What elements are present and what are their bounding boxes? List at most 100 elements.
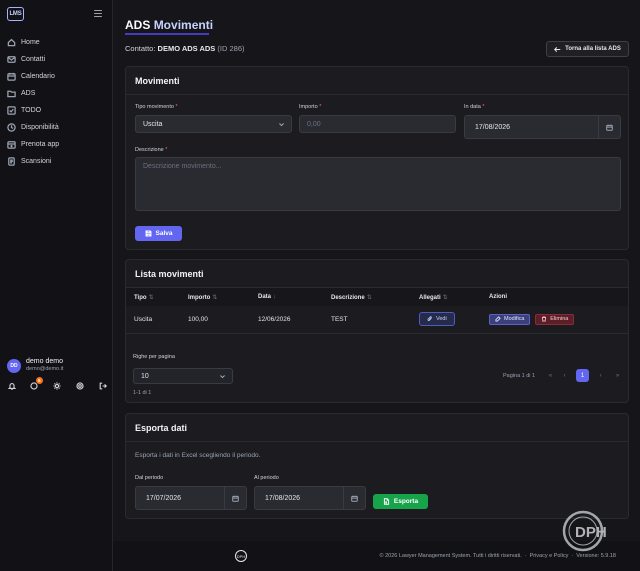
menu-toggle-icon[interactable] [94,10,102,17]
prev-page-button[interactable]: ‹ [558,369,571,382]
cell-tipo: Uscita [126,306,180,334]
page-title-suffix: Movimenti [153,18,214,32]
to-date-value: 17/08/2026 [265,494,301,502]
sidebar-item-prenota-app[interactable]: Prenota app [0,136,113,153]
last-page-button[interactable]: » [611,369,624,382]
calendar-icon[interactable] [224,487,246,509]
chevron-down-icon [278,121,285,128]
required-mark: * [165,147,168,153]
export-description: Esporta i dati in Excel scegliendo il pe… [135,452,261,459]
calendar-icon[interactable] [598,116,620,138]
descrizione-label-text: Descrizione [135,147,164,153]
cell-descrizione: TEST [323,306,411,334]
export-button[interactable]: Esporta [373,494,428,509]
required-mark: * [319,104,322,110]
page-title-prefix: ADS [125,18,151,32]
delete-button[interactable]: Elimina [535,313,575,325]
to-date-input[interactable]: 17/08/2026 [254,486,366,510]
list-card-title: Lista movimenti [126,260,628,288]
descrizione-textarea[interactable]: Descrizione movimento... [135,157,621,211]
sort-icon: ⇅ [442,294,448,301]
column-header-label: Data [258,294,272,300]
calendar-icon[interactable] [343,487,365,509]
back-to-list-button[interactable]: Torna alla lista ADS [546,41,629,57]
calendar-icon [7,72,16,81]
main-content: ADS Movimenti Contatto: DEMO ADS ADS (ID… [113,0,640,571]
calendar-plus-icon [7,140,16,149]
sidebar-item-todo[interactable]: TODO [0,102,113,119]
sidebar-item-label: Home [21,39,40,46]
gear-icon[interactable] [75,381,84,390]
view-label: Vedi [436,316,447,323]
notification-badge: 5 [35,377,43,384]
rows-per-page-select[interactable]: 10 [133,368,233,384]
user-email: demo@demo.it [26,366,64,372]
contact-info: Contatto: DEMO ADS ADS (ID 286) [125,44,245,53]
column-header-label: Tipo [134,294,147,301]
rows-per-page-value: 10 [141,372,149,380]
sidebar-item-label: Prenota app [21,141,60,148]
dph-watermark-logo: DPH [562,510,607,552]
view-attachments-button[interactable]: Vedi [419,312,455,327]
tipo-movimento-select[interactable]: Uscita [135,115,292,133]
date-value: 17/08/2026 [475,123,511,131]
sidebar-item-calendario[interactable]: Calendario [0,68,113,85]
export-card-title: Esporta dati [126,414,628,442]
data-label-text: In data [464,104,481,110]
pagination: « ‹ 1 › » [544,369,624,382]
sidebar-item-label: TODO [21,107,42,114]
save-button[interactable]: Salva [135,226,182,241]
bell-icon[interactable] [7,381,16,390]
footer-separator: · [524,553,527,559]
sidebar-item-label: ADS [21,90,36,97]
column-header[interactable]: Data ↓ [250,288,323,306]
sidebar-item-contatti[interactable]: Contatti [0,51,113,68]
form-card-title: Movimenti [126,67,628,95]
watermark-text: DPH [575,524,607,541]
next-page-button[interactable]: › [594,369,607,382]
file-excel-icon [383,498,389,505]
folder-icon [7,89,16,98]
page-1-button[interactable]: 1 [576,369,589,382]
importo-input[interactable]: 0,00 [299,115,456,133]
save-button-label: Salva [155,230,173,237]
sidebar-item-ads[interactable]: ADS [0,85,113,102]
data-date-input[interactable]: 17/08/2026 [464,115,621,139]
movimenti-form-card: Movimenti Tipo movimento * Uscita Import… [125,66,629,250]
user-profile[interactable]: DD demo demo demo@demo.it [7,358,63,373]
edit-button[interactable]: Modifica [489,313,531,325]
mail-icon [7,55,16,64]
notifications-icon[interactable]: 5 [30,377,43,390]
column-header[interactable]: Tipo ⇅ [126,288,180,306]
column-header[interactable]: Importo ⇅ [180,288,250,306]
sidebar-item-disponibilita[interactable]: Disponibilità [0,119,113,136]
chevron-down-icon [219,373,226,380]
required-mark: * [175,104,178,110]
from-date-input[interactable]: 17/07/2026 [135,486,247,510]
first-page-button[interactable]: « [544,369,557,382]
column-header-label: Importo [188,294,211,301]
tipo-select-value: Uscita [143,120,163,128]
sidebar: LMS Home Contatti Calendario ADS TODO Di… [0,0,113,571]
lista-movimenti-card: Lista movimenti Tipo ⇅ Importo ⇅ Data ↓ Des… [125,259,629,403]
rows-per-page-label: Righe per pagina [133,354,175,360]
sidebar-item-home[interactable]: Home [0,34,113,51]
theme-toggle-icon[interactable] [53,381,62,390]
importo-label-text: Importo [299,104,318,110]
sort-desc-icon: ↓ [273,294,277,300]
from-label: Dal periodo [135,475,164,481]
table-header-row: Tipo ⇅ Importo ⇅ Data ↓ Descrizione ⇅ Allega… [126,288,628,306]
app-logo[interactable]: LMS [7,7,24,21]
sidebar-item-scansioni[interactable]: Scansioni [0,153,113,170]
cell-importo: 100,00 [180,306,250,334]
column-header[interactable]: Allegati ⇅ [411,288,481,306]
logout-icon[interactable] [98,381,107,390]
required-mark: * [482,104,485,110]
sidebar-nav: Home Contatti Calendario ADS TODO Dispon… [0,34,113,170]
user-name: demo demo [26,358,63,365]
avatar: DD [7,358,21,373]
column-header[interactable]: Descrizione ⇅ [323,288,411,306]
sidebar-item-label: Contatti [21,56,46,63]
cell-azioni: Modifica Elimina [481,306,628,334]
tipo-label-text: Tipo movimento [135,104,174,110]
